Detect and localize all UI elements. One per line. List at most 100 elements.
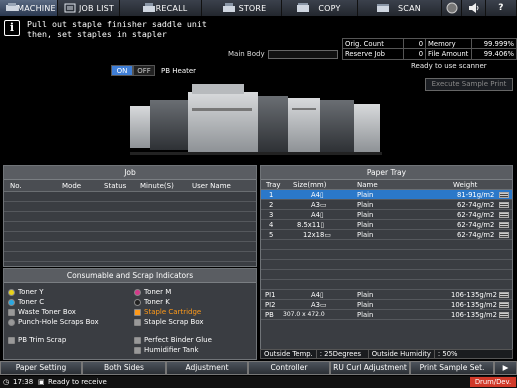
paper-setting-button[interactable]: Paper Setting bbox=[0, 361, 82, 375]
file-amount-value: 99.406% bbox=[483, 50, 514, 58]
orig-count-label: Orig. Count bbox=[343, 39, 405, 48]
adjustment-button[interactable]: Adjustment bbox=[166, 361, 248, 375]
job-col-no: No. bbox=[10, 182, 22, 190]
status-text: Ready to receive bbox=[48, 378, 107, 386]
outside-humidity-label: Outside Humidity bbox=[369, 350, 435, 358]
glue-icon bbox=[134, 336, 141, 344]
globe-button[interactable] bbox=[442, 0, 462, 16]
tab-scan[interactable]: SCAN bbox=[358, 0, 442, 16]
toner-k-indicator: Toner K bbox=[134, 298, 170, 306]
waste-toner-box-icon bbox=[8, 308, 15, 316]
clock-icon: ◷ bbox=[3, 378, 10, 386]
file-amount-label: File Amount bbox=[426, 49, 472, 59]
machine-screen: MACHINE JOB LIST RECALL STORE COPY SCAN bbox=[0, 0, 517, 388]
tab-copy[interactable]: COPY bbox=[282, 0, 358, 16]
tab-machine[interactable]: MACHINE bbox=[0, 0, 58, 16]
toner-m-icon bbox=[134, 288, 141, 296]
tray-level-gauge bbox=[499, 202, 509, 208]
toner-m-indicator: Toner M bbox=[134, 288, 171, 296]
job-col-status: Status bbox=[104, 182, 127, 190]
time-display: 17:38 bbox=[13, 378, 34, 386]
reserve-job-value: 0 bbox=[404, 49, 427, 59]
tray-col-weight: Weight bbox=[453, 181, 478, 189]
staple-scrap-box-indicator: Staple Scrap Box bbox=[134, 318, 204, 326]
paper-tray-header: Tray Size(mm) Name Weight bbox=[261, 180, 512, 190]
tray-level-gauge bbox=[499, 302, 509, 308]
tab-recall[interactable]: RECALL bbox=[120, 0, 202, 16]
perfect-binder-glue-indicator: Perfect Binder Glue bbox=[134, 336, 212, 344]
job-table-header: No. Mode Status Minute(S) User Name bbox=[4, 180, 256, 192]
orig-count-value: 0 bbox=[404, 39, 427, 48]
drum-dev-warning[interactable]: Drum/Dev. bbox=[470, 377, 516, 387]
staple-scrap-icon bbox=[134, 318, 141, 326]
copy-icon bbox=[297, 3, 309, 12]
staple-cartridge-icon bbox=[134, 308, 141, 316]
punch-hole-icon bbox=[8, 318, 15, 326]
pb-heater-label: PB Heater bbox=[161, 66, 197, 75]
consumables-panel: Consumable and Scrap Indicators Toner Y … bbox=[3, 268, 257, 360]
toner-y-icon bbox=[8, 288, 15, 296]
job-row[interactable] bbox=[4, 252, 256, 262]
outside-temp-value: : 25Degrees bbox=[317, 350, 369, 358]
printer-icon: ▣ bbox=[38, 378, 45, 386]
tray-row-2[interactable]: 2 A3▭ Plain 62-74g/m2 bbox=[261, 200, 512, 210]
ru-curl-adjustment-button[interactable]: RU Curl Adjustment bbox=[330, 361, 410, 375]
tray-level-gauge bbox=[499, 222, 509, 228]
toner-c-indicator: Toner C bbox=[8, 298, 44, 306]
toner-k-icon bbox=[134, 298, 141, 306]
job-row[interactable] bbox=[4, 192, 256, 202]
job-panel-title: Job bbox=[4, 166, 256, 180]
top-tab-bar: MACHINE JOB LIST RECALL STORE COPY SCAN bbox=[0, 0, 517, 16]
tab-job-list[interactable]: JOB LIST bbox=[58, 0, 120, 16]
tray-row-1[interactable]: 1 A4▯ Plain 81-91g/m2 bbox=[261, 190, 512, 200]
controller-button[interactable]: Controller bbox=[248, 361, 330, 375]
bottom-button-bar: Paper Setting Both Sides Adjustment Cont… bbox=[0, 361, 517, 375]
volume-button[interactable] bbox=[462, 0, 486, 16]
tray-row-pi2[interactable]: PI2 A3▭ Plain 106-135g/m2 bbox=[261, 300, 512, 310]
tray-row-4[interactable]: 4 8.5x11▯ Plain 62-74g/m2 bbox=[261, 220, 512, 230]
job-col-minute: Minute(S) bbox=[140, 182, 174, 190]
job-row[interactable] bbox=[4, 242, 256, 252]
job-list-icon bbox=[64, 3, 76, 13]
info-icon: i bbox=[4, 20, 20, 36]
help-button[interactable]: ? bbox=[486, 0, 517, 16]
tray-row-pb[interactable]: PB 307.0 x 472.0 Plain 106-135g/m2 bbox=[261, 310, 512, 320]
status-message: Pull out staple finisher saddle unit the… bbox=[27, 19, 207, 39]
tray-row-3[interactable]: 3 A4▯ Plain 62-74g/m2 bbox=[261, 210, 512, 220]
job-col-mode: Mode bbox=[62, 182, 82, 190]
paper-tray-title: Paper Tray bbox=[261, 166, 512, 180]
help-icon: ? bbox=[498, 3, 504, 13]
job-row[interactable] bbox=[4, 232, 256, 242]
pb-heater-on-button[interactable]: ON bbox=[111, 65, 133, 76]
reserve-job-label: Reserve Job bbox=[343, 49, 405, 59]
pb-trim-scrap-indicator: PB Trim Scrap bbox=[8, 336, 66, 344]
outside-humidity-value: : 50% bbox=[437, 350, 458, 358]
both-sides-button[interactable]: Both Sides bbox=[82, 361, 166, 375]
main-body-progress-bar bbox=[268, 50, 338, 59]
toner-c-icon bbox=[8, 298, 15, 306]
tray-level-gauge bbox=[499, 212, 509, 218]
execute-sample-print-button[interactable]: Execute Sample Print bbox=[425, 78, 513, 91]
tray-level-gauge bbox=[499, 292, 509, 298]
pb-heater-off-button[interactable]: OFF bbox=[133, 65, 155, 76]
store-icon bbox=[223, 3, 235, 12]
humidifier-tank-indicator: Humidifier Tank bbox=[134, 346, 199, 354]
tab-store[interactable]: STORE bbox=[202, 0, 282, 16]
tray-row-pi1[interactable]: PI1 A4▯ Plain 106-135g/m2 bbox=[261, 290, 512, 300]
print-sample-set-button[interactable]: Print Sample Set. bbox=[410, 361, 494, 375]
tray-row-empty bbox=[261, 260, 512, 270]
next-page-button[interactable]: ▶ bbox=[494, 361, 517, 375]
recall-icon bbox=[143, 3, 155, 12]
arrow-right-icon: ▶ bbox=[502, 363, 509, 372]
job-row[interactable] bbox=[4, 212, 256, 222]
job-row[interactable] bbox=[4, 202, 256, 212]
globe-icon bbox=[446, 2, 457, 14]
toner-y-indicator: Toner Y bbox=[8, 288, 44, 296]
tray-level-gauge bbox=[499, 312, 509, 318]
job-row[interactable] bbox=[4, 222, 256, 232]
tray-row-5[interactable]: 5 12x18▭ Plain 62-74g/m2 bbox=[261, 230, 512, 240]
machine-illustration bbox=[130, 84, 382, 155]
job-col-user-name: User Name bbox=[192, 182, 231, 190]
tray-col-size: Size(mm) bbox=[293, 181, 327, 189]
staple-cartridge-indicator: Staple Cartridge bbox=[134, 308, 201, 316]
